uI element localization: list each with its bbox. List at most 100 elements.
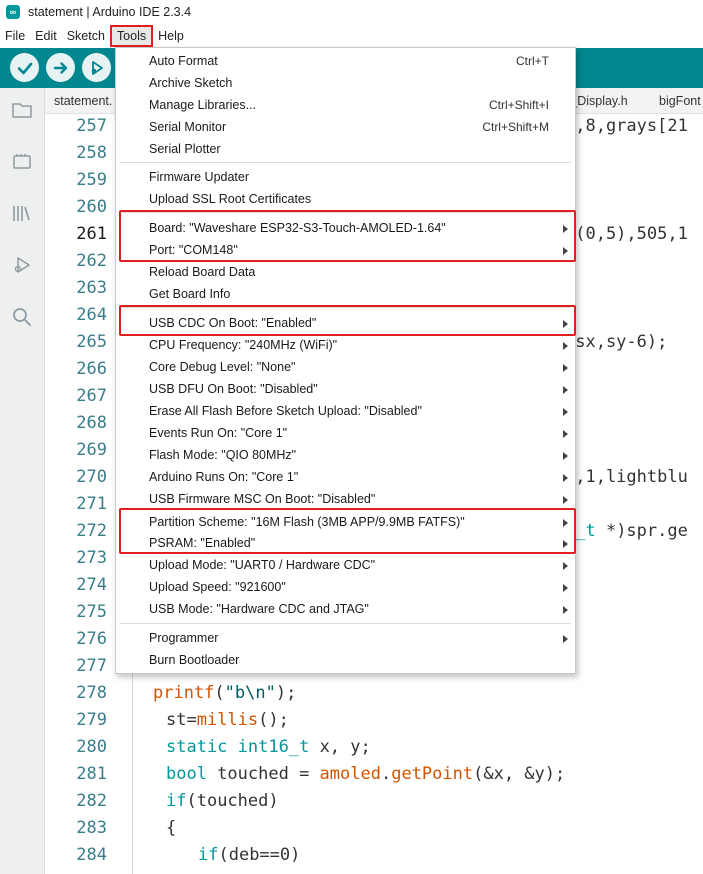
highlight-box-usb-cdc — [119, 305, 576, 336]
line-number: 275 — [76, 602, 107, 622]
code-fragment: 1,1,lightblu — [565, 467, 688, 487]
line-number: 262 — [76, 251, 107, 271]
menu-sketch[interactable]: Sketch — [62, 25, 110, 47]
code-fragment: 1,8,grays[21 — [565, 116, 688, 136]
code-line: st=millis(); — [166, 710, 289, 730]
menu-bar: File Edit Sketch Tools Help — [0, 24, 703, 48]
line-number: 263 — [76, 278, 107, 298]
code-fragment: ,sx,sy-6); — [565, 332, 668, 352]
tab-bigfont[interactable]: bigFont — [659, 88, 701, 114]
line-number: 272 — [76, 521, 107, 541]
indent-guide — [132, 664, 133, 874]
shortcut-label: Ctrl+Shift+I — [488, 98, 549, 112]
title-bar: ∞ statement | Arduino IDE 2.3.4 — [0, 0, 703, 24]
menu-item-flash-mode[interactable]: Flash Mode: "QIO 80MHz" — [116, 444, 575, 466]
activity-bar — [0, 88, 45, 874]
menu-item-arduino-runs-on[interactable]: Arduino Runs On: "Core 1" — [116, 466, 575, 488]
code-line: if(touched) — [166, 791, 279, 811]
shortcut-label: Ctrl+Shift+M — [482, 120, 549, 134]
code-line: { — [166, 818, 177, 838]
menu-file[interactable]: File — [0, 25, 30, 47]
menu-item-upload-ssl[interactable]: Upload SSL Root Certificates — [116, 188, 575, 210]
line-number: 271 — [76, 494, 107, 514]
debug-icon — [91, 60, 103, 75]
line-number: 277 — [76, 656, 107, 676]
highlight-box-partition-psram — [119, 508, 576, 554]
menu-item-serial-plotter[interactable]: Serial Plotter — [116, 138, 575, 160]
submenu-arrow-icon — [563, 635, 568, 643]
submenu-arrow-icon — [563, 452, 568, 460]
code-line: static int16_t x, y; — [166, 737, 371, 757]
menu-item-usb-dfu-on-boot[interactable]: USB DFU On Boot: "Disabled" — [116, 378, 575, 400]
verify-button[interactable] — [10, 53, 39, 82]
menu-item-erase-all-flash[interactable]: Erase All Flash Before Sketch Upload: "D… — [116, 400, 575, 422]
line-number: 257 — [76, 116, 107, 136]
arrow-right-icon — [53, 61, 67, 74]
line-number: 283 — [76, 818, 107, 838]
line-number: 280 — [76, 737, 107, 757]
line-number: 258 — [76, 143, 107, 163]
line-number: 269 — [76, 440, 107, 460]
line-number: 266 — [76, 359, 107, 379]
menu-item-manage-libraries[interactable]: Manage Libraries... Ctrl+Shift+I — [116, 94, 575, 116]
submenu-arrow-icon — [563, 408, 568, 416]
debug-button[interactable] — [82, 53, 111, 82]
code-line: if(deb==0) — [198, 845, 301, 865]
search-icon[interactable] — [10, 305, 34, 329]
menu-edit[interactable]: Edit — [30, 25, 62, 47]
submenu-arrow-icon — [563, 386, 568, 394]
line-number: 268 — [76, 413, 107, 433]
submenu-arrow-icon — [563, 430, 568, 438]
menu-item-upload-speed[interactable]: Upload Speed: "921600" — [116, 576, 575, 598]
line-number: 260 — [76, 197, 107, 217]
line-number-current: 261 — [76, 224, 107, 244]
menu-item-usb-firmware-msc[interactable]: USB Firmware MSC On Boot: "Disabled" — [116, 488, 575, 510]
line-number: 264 — [76, 305, 107, 325]
menu-item-upload-mode[interactable]: Upload Mode: "UART0 / Hardware CDC" — [116, 554, 575, 576]
menu-separator — [120, 162, 571, 163]
submenu-arrow-icon — [563, 606, 568, 614]
highlight-box-board-port — [119, 210, 576, 262]
debug-sidebar-icon[interactable] — [10, 253, 34, 277]
line-number: 282 — [76, 791, 107, 811]
line-number: 270 — [76, 467, 107, 487]
menu-tools[interactable]: Tools — [109, 25, 154, 47]
line-number: 259 — [76, 170, 107, 190]
menu-item-firmware-updater[interactable]: Firmware Updater — [116, 166, 575, 188]
upload-button[interactable] — [46, 53, 75, 82]
code-fragment: 6_t *)spr.ge — [565, 521, 688, 541]
line-number: 279 — [76, 710, 107, 730]
menu-item-serial-monitor[interactable]: Serial Monitor Ctrl+Shift+M — [116, 116, 575, 138]
arduino-logo-icon: ∞ — [6, 5, 20, 19]
menu-item-programmer[interactable]: Programmer — [116, 627, 575, 649]
menu-item-usb-mode[interactable]: USB Mode: "Hardware CDC and JTAG" — [116, 598, 575, 620]
menu-item-cpu-frequency[interactable]: CPU Frequency: "240MHz (WiFi)" — [116, 334, 575, 356]
checkmark-icon — [17, 62, 32, 74]
menu-item-archive-sketch[interactable]: Archive Sketch — [116, 72, 575, 94]
submenu-arrow-icon — [563, 364, 568, 372]
line-number: 284 — [76, 845, 107, 865]
line-number: 267 — [76, 386, 107, 406]
menu-item-events-run-on[interactable]: Events Run On: "Core 1" — [116, 422, 575, 444]
menu-item-core-debug-level[interactable]: Core Debug Level: "None" — [116, 356, 575, 378]
menu-item-reload-board-data[interactable]: Reload Board Data — [116, 261, 575, 283]
shortcut-label: Ctrl+T — [516, 54, 549, 68]
menu-item-burn-bootloader[interactable]: Burn Bootloader — [116, 649, 575, 671]
line-number: 281 — [76, 764, 107, 784]
line-number: 273 — [76, 548, 107, 568]
submenu-arrow-icon — [563, 474, 568, 482]
menu-separator — [120, 623, 571, 624]
submenu-arrow-icon — [563, 562, 568, 570]
folder-icon[interactable] — [10, 98, 34, 122]
line-number: 278 — [76, 683, 107, 703]
board-manager-icon[interactable] — [10, 150, 34, 174]
menu-help[interactable]: Help — [153, 25, 189, 47]
menu-item-auto-format[interactable]: Auto Format Ctrl+T — [116, 50, 575, 72]
menu-item-get-board-info[interactable]: Get Board Info — [116, 283, 575, 305]
code-line: bool touched = amoled.getPoint(&x, &y); — [166, 764, 566, 784]
tab-statement[interactable]: statement. — [54, 88, 112, 114]
code-fragment: g(0,5),505,1 — [565, 224, 688, 244]
library-manager-icon[interactable] — [10, 201, 34, 225]
line-number: 274 — [76, 575, 107, 595]
line-number-gutter: 257 258 259 260 261 262 263 264 265 266 … — [45, 114, 121, 874]
